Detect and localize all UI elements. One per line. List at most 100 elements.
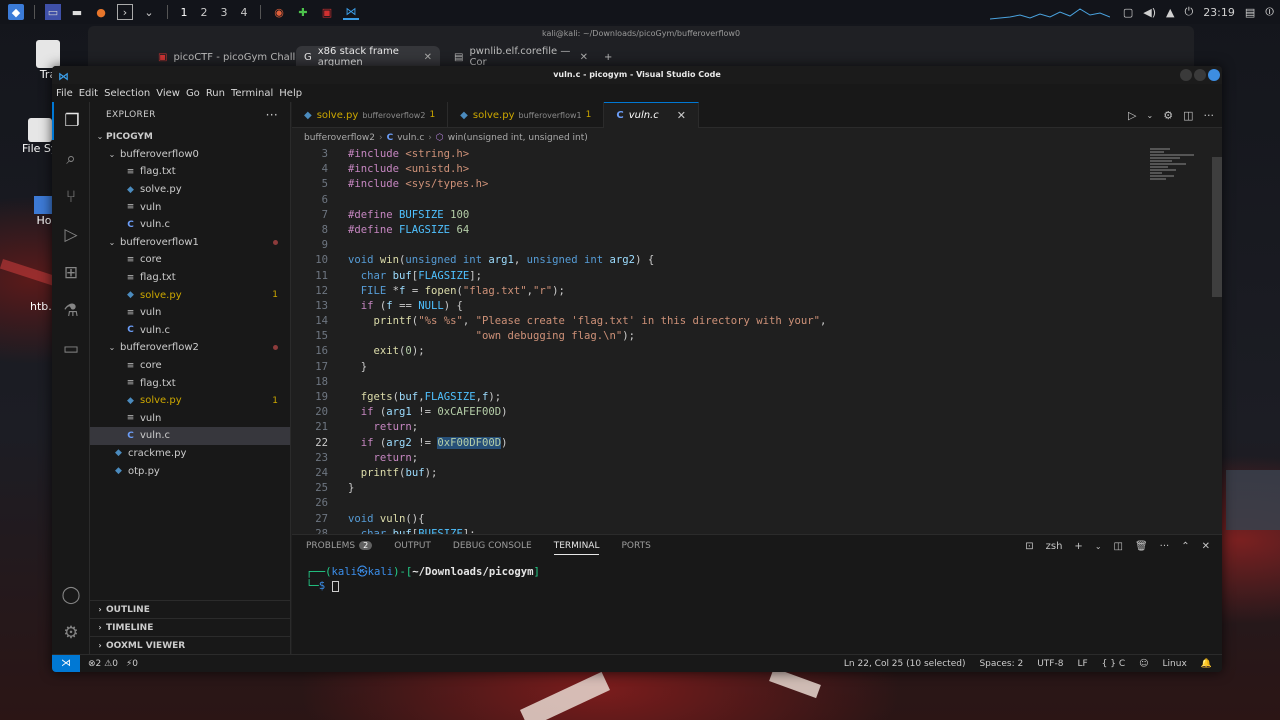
- menu-go[interactable]: Go: [186, 88, 206, 99]
- testing-icon[interactable]: ⚗: [52, 292, 90, 330]
- desktop-icon[interactable]: ▭: [45, 4, 61, 20]
- file-manager-icon[interactable]: ▬: [69, 4, 85, 20]
- file-item[interactable]: ◆ otp.py: [90, 462, 290, 480]
- language-mode[interactable]: { } C: [1102, 659, 1126, 669]
- close-window-button[interactable]: [1208, 69, 1220, 81]
- file-item[interactable]: ≡ vuln: [90, 198, 290, 216]
- encoding[interactable]: UTF-8: [1037, 659, 1063, 669]
- more-actions-icon[interactable]: ···: [1160, 541, 1170, 552]
- chevron-down-icon[interactable]: ⌄: [1147, 111, 1154, 120]
- panel-tab-output[interactable]: OUTPUT: [394, 541, 431, 551]
- file-item[interactable]: ◆ solve.py 1: [90, 286, 290, 304]
- close-panel-icon[interactable]: ✕: [1202, 541, 1210, 552]
- editor-scrollbar[interactable]: [1212, 147, 1222, 534]
- indentation[interactable]: Spaces: 2: [979, 659, 1023, 669]
- menu-terminal[interactable]: Terminal: [231, 88, 279, 99]
- menu-edit[interactable]: Edit: [79, 88, 104, 99]
- editor-tab-solve-py-bof2[interactable]: ◆ solve.py bufferoverflow2 1: [292, 102, 449, 128]
- scrollbar-thumb[interactable]: [1212, 157, 1222, 297]
- kali-menu-icon[interactable]: ◆: [8, 4, 24, 20]
- add-terminal-icon[interactable]: +: [1074, 541, 1082, 552]
- cursor-position[interactable]: Ln 22, Col 25 (10 selected): [844, 659, 966, 669]
- firefox-icon[interactable]: ●: [93, 4, 109, 20]
- file-item[interactable]: ◆ crackme.py: [90, 445, 290, 463]
- editor-tab-vuln-c[interactable]: C vuln.c ✕: [604, 102, 699, 128]
- menu-file[interactable]: File: [56, 88, 79, 99]
- browser-tab-active[interactable]: G x86 stack frame argumen ✕: [296, 46, 440, 68]
- maximize-button[interactable]: [1194, 69, 1206, 81]
- terminal-output[interactable]: ┌──(kali㉿kali)-[~/Downloads/picogym] └─$: [306, 565, 540, 593]
- remote-explorer-icon[interactable]: ▭: [52, 330, 90, 368]
- copilot-icon[interactable]: ☺: [1139, 659, 1148, 669]
- remote-indicator-icon[interactable]: ⋊: [52, 654, 80, 672]
- clock[interactable]: 23:19: [1203, 6, 1235, 19]
- file-item[interactable]: ≡ flag.txt: [90, 163, 290, 181]
- trash-icon[interactable]: 🗑: [1135, 541, 1148, 552]
- lock-screen-icon[interactable]: ▤: [1245, 6, 1255, 19]
- extensions-icon[interactable]: ⊞: [52, 254, 90, 292]
- platform[interactable]: Linux: [1163, 659, 1187, 669]
- problems-status[interactable]: ⊗2 ⚠0: [88, 659, 118, 669]
- file-item[interactable]: ◆ solve.py 1: [90, 392, 290, 410]
- source-control-icon[interactable]: ⑂: [52, 178, 90, 216]
- workspace-4[interactable]: 4: [234, 6, 254, 19]
- ooxml-viewer-section[interactable]: › OOXML VIEWER: [90, 636, 290, 654]
- browser-tab[interactable]: ▤ pwnlib.elf.corefile — Cor ✕: [446, 46, 596, 68]
- settings-gear-icon[interactable]: ⚙: [52, 614, 90, 652]
- panel-tab-ports[interactable]: PORTS: [621, 541, 650, 551]
- breadcrumb-symbol[interactable]: win(unsigned int, unsigned int): [448, 133, 588, 143]
- file-item[interactable]: ≡ flag.txt: [90, 269, 290, 287]
- workspace-3[interactable]: 3: [214, 6, 234, 19]
- notifications-bell-icon[interactable]: 🔔: [1201, 659, 1212, 669]
- timeline-section[interactable]: › TIMELINE: [90, 618, 290, 636]
- code-editor[interactable]: 3 #include <string.h> 4 #include <unistd.h>…: [292, 147, 1222, 534]
- file-item[interactable]: Cvuln.c: [90, 216, 290, 234]
- burp-icon[interactable]: ◉: [271, 4, 287, 20]
- logout-icon[interactable]: ⏼: [1265, 5, 1274, 19]
- run-debug-icon[interactable]: ▷: [52, 216, 90, 254]
- gear-icon[interactable]: ⚙: [1163, 109, 1173, 122]
- chevron-down-icon[interactable]: ⌄: [141, 4, 157, 20]
- chevron-down-icon[interactable]: ⌄: [1095, 542, 1102, 551]
- breadcrumb-folder[interactable]: bufferoverflow2: [304, 133, 375, 143]
- run-code-icon[interactable]: ▷: [1128, 109, 1136, 122]
- file-item[interactable]: ≡ core: [90, 251, 290, 269]
- file-item[interactable]: ◆ solve.py: [90, 181, 290, 199]
- menu-selection[interactable]: Selection: [104, 88, 156, 99]
- window-icon[interactable]: ▢: [1123, 6, 1133, 19]
- close-tab-icon[interactable]: ✕: [424, 52, 432, 63]
- file-item[interactable]: Cvuln.c: [90, 322, 290, 340]
- workspace-1[interactable]: 1: [174, 6, 194, 19]
- file-item[interactable]: Cvuln.c: [90, 427, 290, 445]
- split-terminal-icon[interactable]: ◫: [1114, 541, 1123, 552]
- workspace-2[interactable]: 2: [194, 6, 214, 19]
- app-icon[interactable]: ▣: [319, 4, 335, 20]
- editor-tab-solve-py-bof1[interactable]: ◆ solve.py bufferoverflow1 1: [448, 102, 605, 128]
- ports-status[interactable]: ⚡0: [126, 659, 138, 669]
- menu-view[interactable]: View: [156, 88, 186, 99]
- new-tab-button[interactable]: +: [596, 46, 620, 68]
- folder-item[interactable]: ⌄ bufferoverflow1: [90, 234, 290, 252]
- panel-tab-terminal[interactable]: TERMINAL: [553, 541, 600, 555]
- line-ending[interactable]: LF: [1077, 659, 1087, 669]
- file-item[interactable]: ≡ flag.txt: [90, 374, 290, 392]
- more-actions-icon[interactable]: ···: [1204, 109, 1215, 122]
- app-icon[interactable]: ✚: [295, 4, 311, 20]
- more-actions-icon[interactable]: ···: [266, 108, 278, 122]
- breadcrumb-file[interactable]: vuln.c: [397, 133, 424, 143]
- minimap[interactable]: [1150, 147, 1208, 217]
- panel-tab-problems[interactable]: PROBLEMS 2: [306, 541, 373, 551]
- home-desktop-icon[interactable]: Ho: [34, 196, 54, 227]
- maximize-panel-icon[interactable]: ⌃: [1181, 541, 1189, 552]
- close-tab-icon[interactable]: ✕: [580, 52, 588, 63]
- power-icon[interactable]: ⏻: [1184, 5, 1193, 19]
- terminal-shell-name[interactable]: zsh: [1046, 541, 1063, 552]
- explorer-icon[interactable]: ❐: [52, 102, 90, 140]
- root-folder[interactable]: ⌄ PICOGYM: [90, 128, 290, 146]
- close-tab-icon[interactable]: ✕: [677, 109, 686, 122]
- account-icon[interactable]: ◯: [52, 576, 90, 614]
- browser-tab[interactable]: ▣ picoCTF - picoGym Challe: [150, 46, 310, 68]
- panel-tab-debug-console[interactable]: DEBUG CONSOLE: [453, 541, 532, 551]
- notification-bell-icon[interactable]: ▲: [1166, 6, 1174, 19]
- file-item[interactable]: ≡ vuln: [90, 410, 290, 428]
